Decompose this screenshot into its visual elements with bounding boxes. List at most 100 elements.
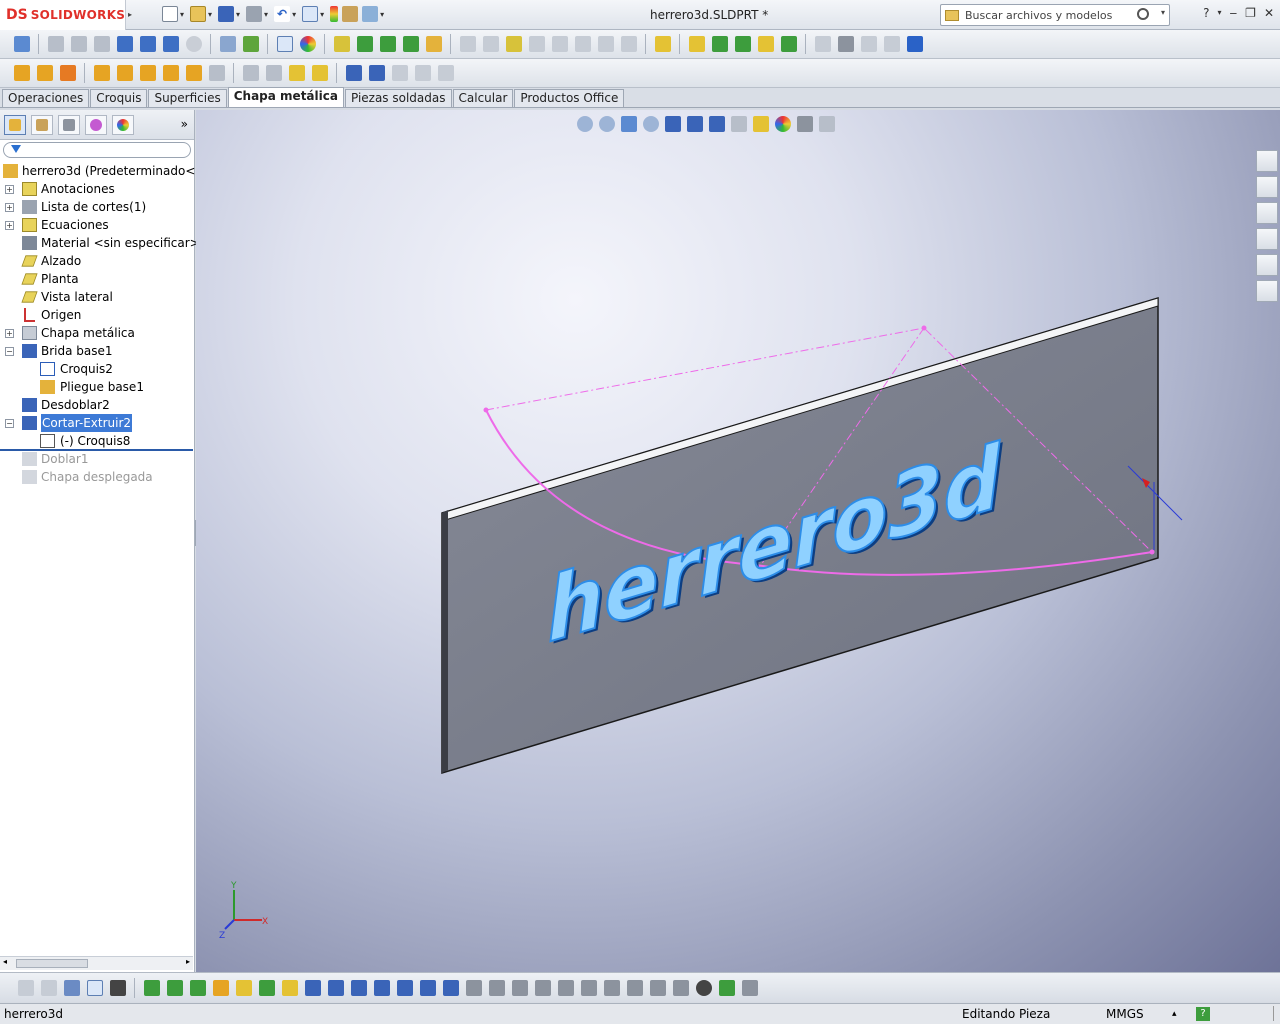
tab-calcular[interactable]: Calcular (452, 89, 514, 107)
tree-item-lista-de-cortes[interactable]: + Lista de cortes(1) (0, 198, 194, 216)
smart-dimension-icon[interactable] (13, 36, 30, 52)
help-dropdown-icon[interactable]: ▾ (1218, 6, 1222, 20)
sheet-metal-tool-icon[interactable] (13, 65, 30, 81)
extend-icon[interactable] (574, 36, 591, 52)
filter-midpoints-icon[interactable] (350, 979, 367, 996)
tree-item-ecuaciones[interactable]: + Ecuaciones (0, 216, 194, 234)
expand-icon[interactable]: + (5, 329, 14, 338)
filter-surface-finish-icon[interactable] (442, 979, 459, 996)
zoom-fit-icon[interactable] (47, 36, 64, 52)
filter-mesh-icon[interactable] (695, 979, 712, 996)
section-view-icon[interactable] (139, 36, 156, 52)
filter-dimensions-icon[interactable] (419, 979, 436, 996)
tree-item-croquis8[interactable]: (-) Croquis8 (0, 432, 194, 450)
forming-tool-icon[interactable] (288, 65, 305, 81)
more-tabs-icon[interactable]: » (181, 117, 188, 131)
save-icon[interactable] (218, 6, 235, 22)
cross-break-icon[interactable] (208, 65, 225, 81)
sketched-bend-icon[interactable] (780, 36, 797, 52)
tree-item-cortar-extruir2[interactable]: − Cortar-Extruir2 (0, 414, 194, 432)
filter-cosmetic-threads-icon[interactable] (580, 979, 597, 996)
tree-item-chapa-desplegada[interactable]: Chapa desplegada (0, 468, 194, 486)
lofted-bend-icon[interactable] (59, 65, 76, 81)
filter-vertices-icon[interactable] (143, 979, 160, 996)
edge-flange-icon[interactable] (688, 36, 705, 52)
tab-productos-office[interactable]: Productos Office (514, 89, 625, 107)
linear-pattern-icon[interactable] (620, 36, 637, 52)
graphics-area[interactable]: ◫ ⊟ ‒ ❐ ✕ herrero3d herrero3d (196, 110, 1280, 972)
print-icon[interactable] (246, 6, 263, 22)
tab-display-manager[interactable] (112, 114, 134, 135)
sketch-point[interactable] (483, 407, 489, 413)
edit-appearance-icon[interactable] (299, 36, 316, 52)
filter-weld-symbols-icon[interactable] (534, 979, 551, 996)
tree-root[interactable]: herrero3d (Predeterminado<<P (0, 162, 213, 180)
scroll-left-icon[interactable]: ◂ (3, 957, 7, 966)
filter-blocks-icon[interactable] (603, 979, 620, 996)
menu-expand-icon[interactable]: ▸ (128, 10, 132, 19)
filter-sketch-points-icon[interactable] (304, 979, 321, 996)
tab-chapa-metalica[interactable]: Chapa metálica (227, 87, 344, 107)
minimize-icon[interactable]: ‒ (1230, 6, 1238, 20)
corner-icon[interactable] (814, 36, 831, 52)
filter-surface-bodies-icon[interactable] (212, 979, 229, 996)
welded-corner-icon[interactable] (265, 65, 282, 81)
rebuild-icon[interactable] (330, 6, 339, 22)
filter-axes-icon[interactable] (258, 979, 275, 996)
grid-icon[interactable] (860, 36, 877, 52)
close-icon[interactable]: ✕ (1264, 6, 1274, 20)
corners-icon[interactable] (242, 65, 259, 81)
line-icon[interactable] (333, 36, 350, 52)
design-library-icon[interactable] (1256, 176, 1278, 198)
trim-icon[interactable] (551, 36, 568, 52)
units-dropdown-icon[interactable]: ▴ (1172, 1009, 1177, 1019)
rectangle-icon[interactable] (425, 36, 442, 52)
search-dropdown-icon[interactable]: ▾ (1161, 8, 1165, 17)
tree-item-material[interactable]: Material <sin especificar> (0, 234, 200, 252)
origin-tool-icon[interactable] (906, 36, 923, 52)
jog-icon[interactable] (757, 36, 774, 52)
tree-filter-input[interactable] (3, 142, 191, 158)
no-bends-icon[interactable] (414, 65, 431, 81)
split-icon[interactable] (597, 36, 614, 52)
sketch-point[interactable] (921, 325, 927, 331)
filter-solid-bodies-icon[interactable] (235, 979, 252, 996)
filter-edges-icon[interactable] (166, 979, 183, 996)
horizontal-scrollbar[interactable]: ◂ ▸ (0, 956, 193, 970)
tree-item-pliegue-base1[interactable]: Pliegue base1 (0, 378, 194, 396)
tree-item-planta[interactable]: Planta (0, 270, 194, 288)
solidworks-logo[interactable]: DS SOLIDWORKS ▸ (0, 0, 132, 30)
base-flange-tool-icon[interactable] (654, 36, 671, 52)
select-arrow-icon[interactable] (302, 6, 319, 22)
mirror-entities-icon[interactable] (482, 36, 499, 52)
filter-toggle-icon[interactable] (17, 979, 34, 996)
status-units[interactable]: MMGS (1106, 1007, 1144, 1021)
restore-icon[interactable]: ❐ (1245, 6, 1256, 20)
offset-entities-icon[interactable] (528, 36, 545, 52)
fold-tool-icon[interactable] (368, 65, 385, 81)
filter-centerline-icon[interactable] (396, 979, 413, 996)
convert-to-sheet-metal-icon[interactable] (36, 65, 53, 81)
tab-property-manager[interactable] (31, 114, 53, 135)
filter-center-marks-icon[interactable] (373, 979, 390, 996)
tree-item-vista-lateral[interactable]: Vista lateral (0, 288, 194, 306)
sketch-tools-icon[interactable] (219, 36, 236, 52)
open-folder-icon[interactable] (190, 6, 207, 22)
custom-properties-icon[interactable] (1256, 280, 1278, 302)
miter-tool-icon[interactable] (116, 65, 133, 81)
expand-icon[interactable]: + (5, 203, 14, 212)
filter-planes-icon[interactable] (281, 979, 298, 996)
tree-item-desdoblar2[interactable]: Desdoblar2 (0, 396, 194, 414)
filter-dowel-pin-icon[interactable] (626, 979, 643, 996)
select-arrow-cursor-icon[interactable] (109, 979, 126, 996)
tab-configuration-manager[interactable] (58, 114, 80, 135)
sketch-line-icon[interactable] (356, 36, 373, 52)
centerline-icon[interactable] (379, 36, 396, 52)
insert-bends-icon[interactable] (437, 65, 454, 81)
file-properties-icon[interactable] (342, 6, 359, 22)
tree-item-anotaciones[interactable]: + Anotaciones (0, 180, 194, 198)
file-explorer-icon[interactable] (1256, 202, 1278, 224)
select-icon[interactable] (276, 36, 293, 52)
filter-clear-icon[interactable] (40, 979, 57, 996)
flatten-icon[interactable] (391, 65, 408, 81)
